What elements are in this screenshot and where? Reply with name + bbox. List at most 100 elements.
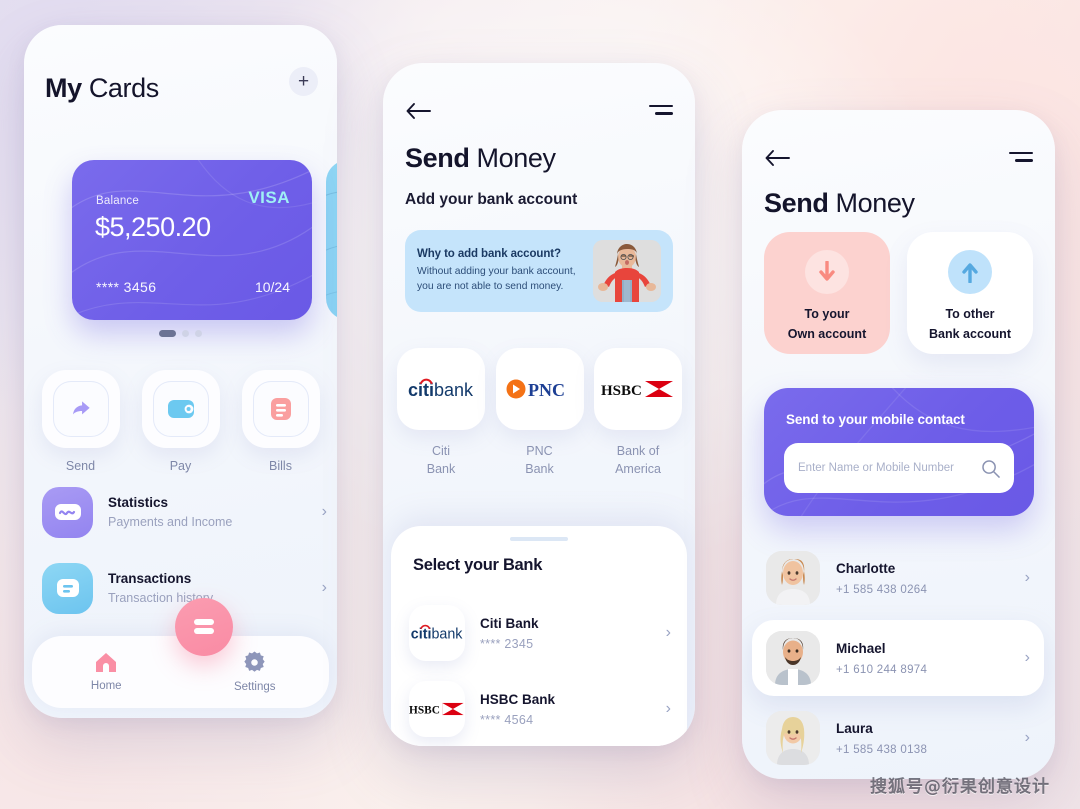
bank-logo-tile: citi bank <box>397 348 485 430</box>
pagination-dot[interactable] <box>195 330 202 337</box>
bank-list-item-number: **** 4564 <box>480 712 534 727</box>
svg-text:bank: bank <box>434 380 474 400</box>
bank-name-line1: PNC <box>526 444 553 458</box>
list-item-text: Statistics Payments and Income <box>108 495 322 529</box>
bank-shortcut-pnc[interactable]: PNC PNC Bank <box>495 348 584 478</box>
bank-shortcut-name: PNC Bank <box>525 442 554 478</box>
list-item-subtitle: Payments and Income <box>108 515 233 529</box>
search-icon[interactable] <box>981 459 1000 478</box>
svg-text:HSBC: HSBC <box>409 705 440 717</box>
bottom-tab-bar: Home Settings <box>32 636 329 708</box>
contact-item-laura[interactable]: Laura +1 585 438 0138 › <box>752 700 1044 776</box>
quick-action-pay[interactable]: Pay <box>141 370 220 473</box>
back-arrow-icon[interactable] <box>405 101 431 121</box>
quick-action-bills[interactable]: Bills <box>241 370 320 473</box>
bank-list-item-citi[interactable]: citi bank Citi Bank **** 2345 › <box>409 598 671 668</box>
chevron-right-icon: › <box>321 579 327 596</box>
page-title: My Cards <box>45 73 159 104</box>
tab-settings[interactable]: Settings <box>220 651 290 693</box>
watermark: 搜狐号@衍果创意设计 <box>870 777 1050 797</box>
contact-item-michael[interactable]: Michael +1 610 244 8974 › <box>752 620 1044 696</box>
bank-name-line1: Bank of <box>616 444 660 458</box>
option-line1: To your <box>804 306 850 321</box>
option-line1: To other <box>945 306 995 321</box>
bank-list-item-hsbc[interactable]: HSBC HSBC Bank **** 4564 › <box>409 674 671 744</box>
quick-actions: Send Pay Bills <box>24 370 337 473</box>
tab-home[interactable]: Home <box>71 652 141 692</box>
citibank-logo: citi bank <box>408 378 474 400</box>
pagination-dot-active[interactable] <box>159 330 176 337</box>
bank-logo-tile: citi bank <box>409 605 465 661</box>
carousel-pagination[interactable] <box>24 330 337 337</box>
mobile-contact-card: Send to your mobile contact <box>764 388 1034 516</box>
option-other-bank-account[interactable]: To other Bank account <box>907 232 1033 354</box>
action-tile <box>241 370 320 448</box>
contact-search-box[interactable] <box>784 443 1014 493</box>
bank-list-item-name: HSBC Bank <box>480 691 556 707</box>
page-title-bold: Send <box>764 188 829 218</box>
list-item-statistics[interactable]: Statistics Payments and Income › <box>42 481 327 543</box>
card-expiry: 10/24 <box>254 279 290 295</box>
bank-shortcut-bofa[interactable]: HSBC Bank of America <box>594 348 682 478</box>
bank-name-line2: Bank <box>525 462 554 477</box>
contact-phone: +1 585 438 0264 <box>836 583 928 596</box>
quick-action-label: Pay <box>169 459 192 473</box>
chevron-right-icon: › <box>1024 569 1030 586</box>
tab-label: Settings <box>233 681 276 693</box>
contact-text: Charlotte +1 585 438 0264 <box>836 561 1025 596</box>
arrow-up-icon <box>962 262 978 283</box>
page-subtitle: Add your bank account <box>405 191 578 208</box>
page-title: Send Money <box>405 143 556 174</box>
bank-shortcut-citi[interactable]: citi bank Citi Bank <box>397 348 485 478</box>
contact-phone: +1 610 244 8974 <box>836 663 928 676</box>
bank-list-item-text: Citi Bank **** 2345 <box>480 616 666 651</box>
action-tile <box>41 370 120 448</box>
bank-shortcut-name: Citi Bank <box>427 442 456 478</box>
cards-carousel[interactable]: Balance $5, **** Balance $5,250.20 VISA … <box>24 135 337 320</box>
mobile-contact-heading: Send to your mobile contact <box>786 412 965 427</box>
bank-list-item-number: **** 2345 <box>480 636 534 651</box>
svg-text:PNC: PNC <box>528 380 565 400</box>
contact-text: Laura +1 585 438 0138 <box>836 721 1025 756</box>
option-line2: Bank account <box>929 326 1011 341</box>
man-avatar <box>766 631 820 685</box>
contact-item-charlotte[interactable]: Charlotte +1 585 438 0264 › <box>752 540 1044 616</box>
page-title-bold: Send <box>405 143 470 173</box>
bank-name-line1: Citi <box>431 444 451 458</box>
page-title-light: Money <box>835 188 915 218</box>
sheet-drag-handle[interactable] <box>510 537 568 541</box>
bank-logo-tile: HSBC <box>409 681 465 737</box>
action-tile-inner <box>252 381 309 437</box>
action-tile <box>141 370 220 448</box>
hamburger-menu-icon[interactable] <box>649 105 673 118</box>
info-banner-text: Why to add bank account? Without adding … <box>417 248 593 294</box>
chevron-right-icon: › <box>665 700 671 717</box>
card-number: **** 3456 <box>96 279 157 295</box>
option-icon-bubble <box>948 249 992 294</box>
search-input[interactable] <box>798 462 981 474</box>
fab-card-button[interactable] <box>175 598 233 656</box>
phone-my-cards: My Cards + Balance $5, **** Balance $5,2… <box>24 25 337 718</box>
visa-brand-label: VISA <box>248 188 290 207</box>
woman-avatar-1 <box>766 551 820 605</box>
bank-shortcut-name: Bank of America <box>615 442 661 478</box>
pagination-dot[interactable] <box>182 330 189 337</box>
quick-action-send[interactable]: Send <box>41 370 120 473</box>
credit-card-secondary[interactable]: Balance $5, **** <box>326 160 337 320</box>
woman-avatar-2 <box>766 711 820 765</box>
option-icon-bubble <box>805 249 849 294</box>
pnc-logo: PNC <box>506 379 565 400</box>
home-icon <box>96 653 117 672</box>
list-item-title: Statistics <box>108 495 169 510</box>
hamburger-menu-icon[interactable] <box>1009 152 1033 165</box>
page-title-bold: My <box>45 73 82 103</box>
add-card-button[interactable]: + <box>289 67 318 96</box>
option-own-account[interactable]: To your Own account <box>764 232 890 354</box>
action-tile-inner <box>152 381 209 437</box>
contact-name: Charlotte <box>836 560 896 576</box>
back-arrow-icon[interactable] <box>764 148 790 168</box>
credit-card-primary[interactable]: Balance $5,250.20 VISA **** 3456 10/24 <box>72 160 312 320</box>
quick-action-label: Send <box>65 459 96 473</box>
chevron-right-icon: › <box>1024 729 1030 746</box>
transfer-type-options: To your Own account To other Bank accoun… <box>764 232 1034 354</box>
